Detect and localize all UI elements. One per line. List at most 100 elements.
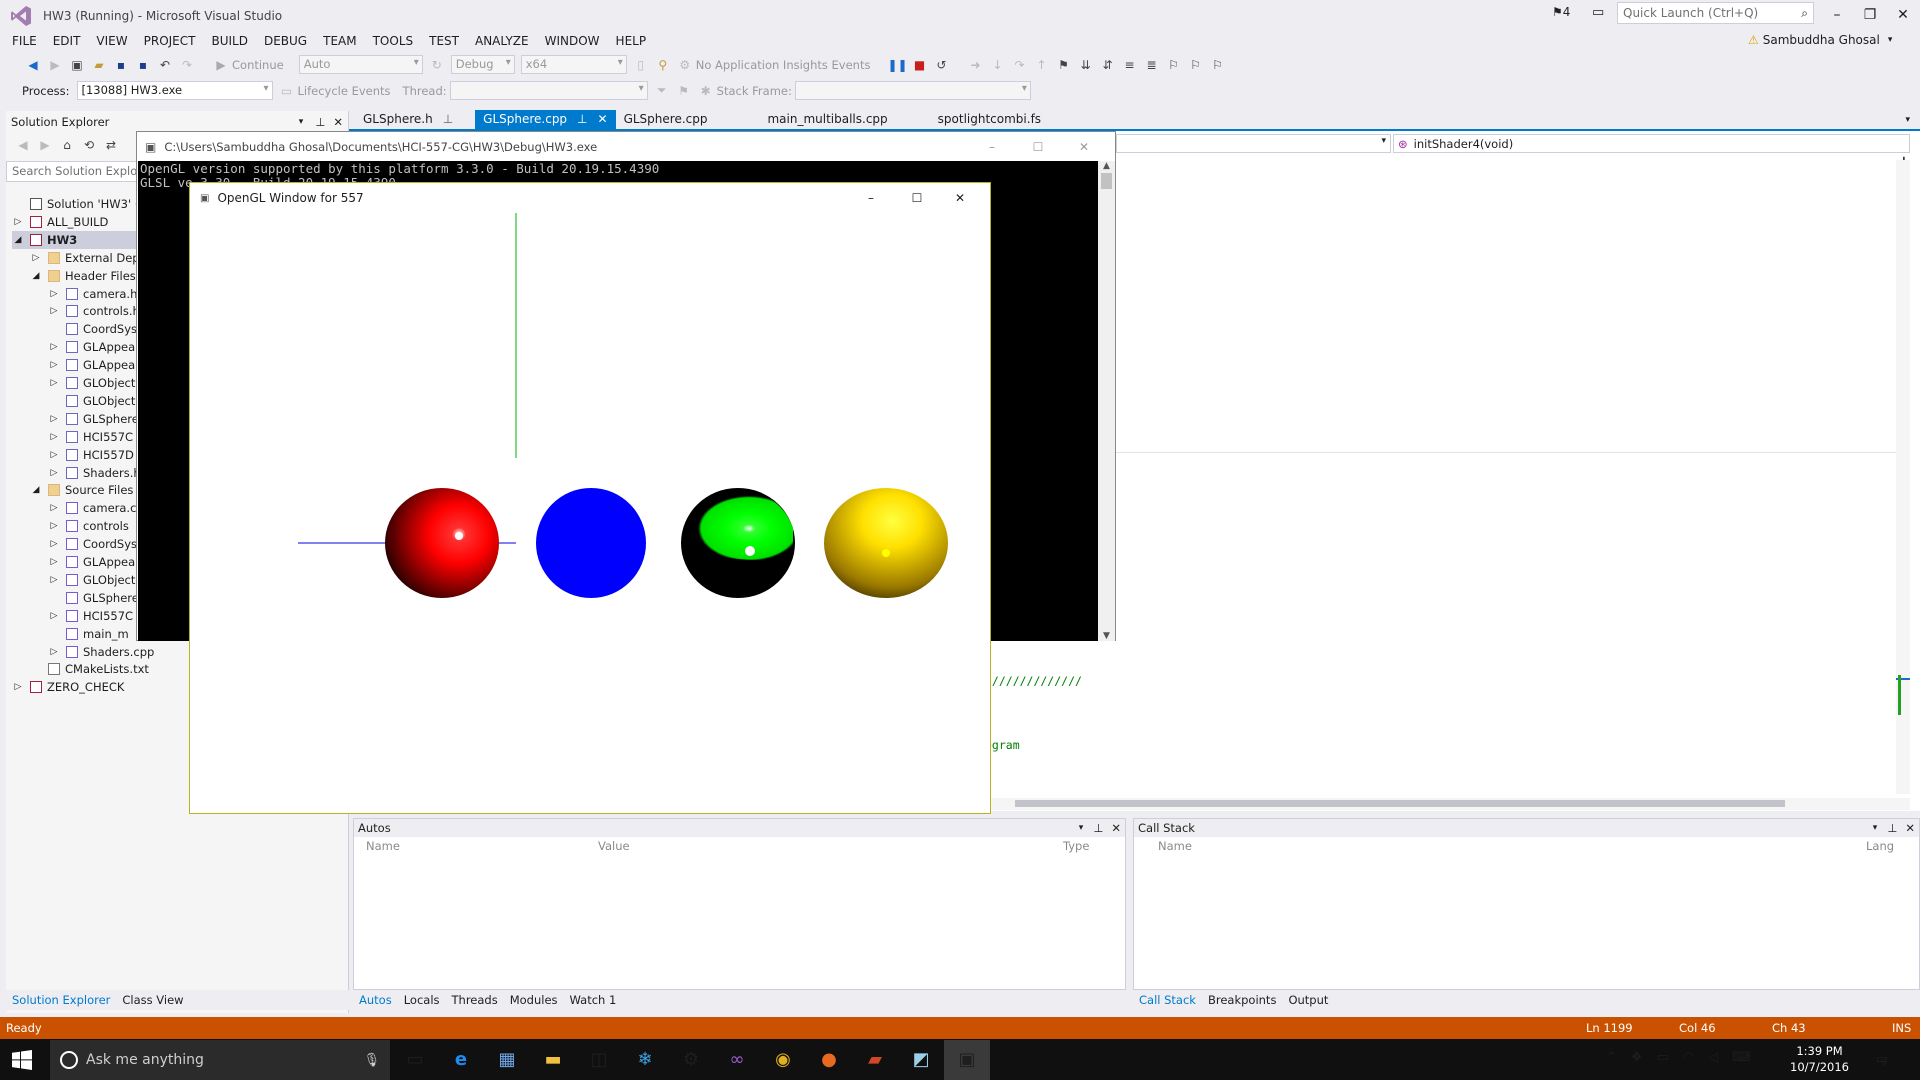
tree-item[interactable]: ▷ HCI557C (48, 607, 134, 625)
tree-item[interactable]: GLSphere (48, 589, 139, 607)
tab-class-view[interactable]: Class View (122, 993, 183, 1007)
tree-item[interactable]: ▷ camera.h (48, 285, 138, 303)
tree-item[interactable]: ◢ Header Files (30, 267, 136, 285)
tab-threads[interactable]: Threads (452, 993, 498, 1007)
column-name[interactable]: Name (366, 839, 598, 853)
clock[interactable]: 1:39 PM 10/7/2016 (1790, 1043, 1849, 1075)
format-icon[interactable]: ≡ (1120, 56, 1138, 74)
edge-icon[interactable]: e (438, 1040, 484, 1080)
file-explorer-icon[interactable]: ▬ (530, 1040, 576, 1080)
tab-solution-explorer[interactable]: Solution Explorer (12, 993, 110, 1007)
expander-icon[interactable]: ▷ (48, 289, 60, 299)
comment-icon[interactable]: ≣ (1142, 56, 1160, 74)
expander-icon[interactable]: ▷ (48, 575, 60, 585)
back-icon[interactable]: ◀ (24, 56, 42, 74)
threads-icon[interactable]: ⇊ (1076, 56, 1094, 74)
tree-item[interactable]: ▷ Shaders.cpp (48, 643, 155, 661)
tree-item[interactable]: ▷ GLAppea (48, 356, 136, 374)
firefox-icon[interactable]: ● (806, 1040, 852, 1080)
save-icon[interactable]: ▪ (112, 56, 130, 74)
cortana-search[interactable]: Ask me anything 🎙 (50, 1040, 390, 1080)
tree-item[interactable]: ▷ GLObject (48, 374, 136, 392)
user-account[interactable]: ⚠ Sambuddha Ghosal ▾ (1748, 33, 1892, 47)
minimize-button[interactable]: – (848, 191, 894, 205)
tab-watch-1[interactable]: Watch 1 (570, 993, 617, 1007)
tree-item[interactable]: main_m (48, 625, 129, 643)
console-scrollbar[interactable]: ▲ ▼ (1098, 161, 1115, 641)
forward-icon[interactable]: ▶ (46, 56, 64, 74)
expander-icon[interactable]: ▷ (48, 450, 60, 460)
restart-icon[interactable]: ↺ (932, 56, 950, 74)
prev-bookmark-icon[interactable]: ⚐ (1186, 56, 1204, 74)
snowflake-app-icon[interactable]: ❄ (622, 1040, 668, 1080)
tree-item[interactable]: ▷ HCI557C (48, 428, 134, 446)
tab-locals[interactable]: Locals (404, 993, 440, 1007)
tree-item[interactable]: ▷ GLSphere (48, 410, 139, 428)
keyboard-icon[interactable]: ⌨ (1732, 1050, 1751, 1065)
continue-button[interactable]: Continue (232, 58, 284, 72)
step-over-icon[interactable]: ↷ (1010, 56, 1028, 74)
expander-icon[interactable]: ▷ (48, 557, 60, 567)
steam-icon[interactable]: ⚙ (668, 1040, 714, 1080)
tree-item[interactable]: CMakeLists.txt (30, 660, 149, 678)
maximize-button[interactable]: ☐ (894, 191, 940, 205)
process-select[interactable]: [13088] HW3.exe (76, 81, 273, 100)
back-icon[interactable]: ◀ (14, 136, 32, 154)
expander-icon[interactable]: ▷ (48, 342, 60, 352)
action-center-icon[interactable]: ▭ 9 (1876, 1050, 1888, 1069)
menu-team[interactable]: TEAM (315, 34, 364, 48)
wifi-icon[interactable]: ◠ (1683, 1050, 1694, 1065)
next-bookmark-icon[interactable]: ⚐ (1208, 56, 1226, 74)
pin-icon[interactable]: ⊥ (315, 115, 325, 129)
tree-item[interactable]: ▷ controls.h (48, 302, 140, 320)
expander-icon[interactable]: ▷ (48, 539, 60, 549)
build-config-select[interactable]: Debug (450, 55, 515, 74)
opengl-window[interactable]: ▣ OpenGL Window for 557 – ☐ ✕ (189, 182, 991, 814)
menu-analyze[interactable]: ANALYZE (467, 34, 537, 48)
tab-glsphere-cpp-pinned[interactable]: GLSphere.cpp ⊥ ✕ (475, 110, 616, 130)
stack-frame-select[interactable] (794, 81, 1031, 100)
insights-dropdown[interactable]: No Application Insights Events (696, 58, 871, 72)
menu-view[interactable]: VIEW (88, 34, 135, 48)
home-icon[interactable]: ⌂ (58, 136, 76, 154)
show-next-statement-icon[interactable]: ➜ (966, 56, 984, 74)
close-icon[interactable]: ✕ (598, 112, 608, 126)
console-app-icon[interactable]: ▣ (944, 1039, 990, 1080)
tree-item[interactable]: ▷ GLAppea (48, 338, 136, 356)
expander-icon[interactable]: ▷ (48, 414, 60, 424)
continue-icon[interactable]: ▶ (212, 56, 230, 74)
expander-icon[interactable]: ▷ (48, 503, 60, 513)
refresh-icon[interactable]: ↻ (428, 56, 446, 74)
chevron-up-icon[interactable]: ⌃ (1606, 1050, 1617, 1065)
undo-icon[interactable]: ↶ (156, 56, 174, 74)
close-button[interactable]: ✕ (940, 191, 980, 205)
network-app-icon[interactable]: ▦ (484, 1040, 530, 1080)
tab-spotlightcombi[interactable]: spotlightcombi.fs (930, 110, 1049, 130)
tree-item[interactable]: ◢ Source Files (30, 481, 134, 499)
tree-item[interactable]: ▷ ZERO_CHECK (12, 678, 125, 696)
battery-icon[interactable]: ▭ (1657, 1050, 1669, 1065)
expander-icon[interactable]: ▷ (48, 378, 60, 388)
menu-edit[interactable]: EDIT (45, 34, 89, 48)
editor-horizontal-scrollbar[interactable] (985, 798, 1910, 810)
column-type[interactable]: Type (1063, 839, 1089, 853)
pin-icon[interactable]: ⊥ (577, 112, 587, 126)
hex-icon[interactable]: ⚑ (1054, 56, 1072, 74)
expander-icon[interactable]: ▷ (48, 432, 60, 442)
tree-item[interactable]: CoordSys (48, 320, 137, 338)
attach-icon[interactable]: ▯ (632, 56, 650, 74)
feedback-icon[interactable]: ▭ (1592, 5, 1604, 20)
forward-icon[interactable]: ▶ (36, 136, 54, 154)
column-value[interactable]: Value (598, 839, 1063, 853)
bookmark-icon[interactable]: ⚐ (1164, 56, 1182, 74)
menu-debug[interactable]: DEBUG (256, 34, 315, 48)
tools-icon[interactable]: ✱ (697, 82, 715, 100)
tab-glsphere-h[interactable]: GLSphere.h ⊥ (355, 110, 461, 130)
redo-icon[interactable]: ↷ (178, 56, 196, 74)
lifecycle-events-dropdown[interactable]: Lifecycle Events (298, 84, 391, 98)
tree-item[interactable]: ▷ HCI557D (48, 446, 134, 464)
close-icon[interactable]: ✕ (1111, 821, 1121, 835)
column-name[interactable]: Name (1158, 839, 1866, 853)
step-out-icon[interactable]: ↑ (1032, 56, 1050, 74)
close-icon[interactable]: ✕ (333, 115, 343, 129)
